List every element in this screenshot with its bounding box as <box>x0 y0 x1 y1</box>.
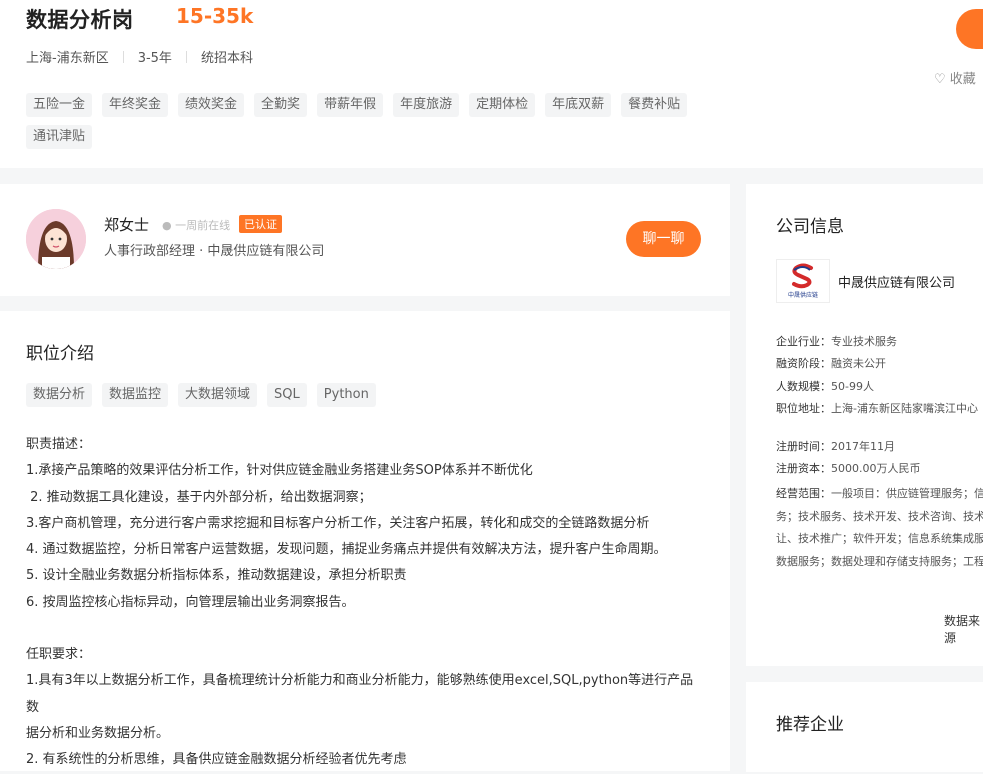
scope-text: 一般项目：供应链管理服务；信 <box>831 487 983 500</box>
info-label: 职位地址： <box>776 402 831 415</box>
desc-line: 1.具有3年以上数据分析工作，具备梳理统计分析能力和商业分析能力，能够熟练使用e… <box>26 673 694 715</box>
company-scope: 经营范围：一般项目：供应链管理服务；信 务；技术服务、技术开发、技术咨询、技术 … <box>776 483 983 573</box>
info-label: 企业行业： <box>776 335 831 348</box>
job-experience: 3-5年 <box>137 51 172 66</box>
job-title: 数据分析岗 <box>26 8 134 32</box>
desc-line: 3.客户商机管理，充分进行客户需求挖掘和目标客户分析工作，关注客户拓展，转化和成… <box>26 515 650 531</box>
desc-line: 6. 按周监控核心指标异动，向管理层输出业务洞察报告。 <box>26 594 355 610</box>
company-logo[interactable]: 中晟供应链 <box>776 259 830 303</box>
info-value: 50-99人 <box>831 380 874 393</box>
recruiter-name: 郑女士 <box>104 216 150 234</box>
desc-line: 5. 设计全融业务数据分析指标体系，推动数据建设，承担分析职责 <box>26 568 407 584</box>
benefit-tag: 通讯津贴 <box>26 125 93 149</box>
divider <box>185 50 187 63</box>
info-label: 人数规模： <box>776 380 831 393</box>
company-capital: 注册资本：5000.00万人民币 <box>776 460 921 476</box>
info-label: 融资阶段： <box>776 357 831 370</box>
job-header: 数据分析岗 15-35k 上海-浦东新区 3-5年 统招本科 ♡ 收藏 五险一金… <box>0 0 983 168</box>
scope-line: 经营范围：一般项目：供应链管理服务；信 <box>776 483 983 506</box>
desc-line <box>26 616 706 642</box>
desc-line: 1.承接产品策略的效果评估分析工作，针对供应链金融业务搭建业务SOP体系并不断优… <box>26 463 533 479</box>
online-text: 一周前在线 <box>175 219 231 232</box>
job-education: 统招本科 <box>200 51 253 66</box>
desc-line: 4. 通过数据监控，分析日常客户运营数据，发现问题，捕捉业务痛点并提供有效解决方… <box>26 542 667 558</box>
collect-button[interactable]: ♡ 收藏 <box>934 68 976 87</box>
benefit-tag: 餐费补贴 <box>621 93 688 117</box>
skill-tag: 数据分析 <box>26 383 93 407</box>
company-name[interactable]: 中晟供应链有限公司 <box>838 272 955 291</box>
info-value: 5000.00万人民币 <box>831 462 921 475</box>
company-reg-date: 注册时间：2017年11月 <box>776 438 895 454</box>
data-source-link[interactable]: 数据来源 <box>944 612 983 646</box>
info-label: 注册时间： <box>776 440 831 453</box>
logo-text: 中晟供应链 <box>788 291 818 299</box>
benefit-tag: 年底双薪 <box>545 93 612 117</box>
scope-line: 数据服务；数据处理和存储支持服务；工程 <box>776 554 983 568</box>
skill-tag: Python <box>316 383 376 407</box>
benefit-tag: 绩效奖金 <box>178 93 245 117</box>
skill-tag: 大数据领域 <box>178 383 258 407</box>
desc-line: 2. 有系统性的分析思维，具备供应链金融数据分析经验者优先考虑 <box>26 752 407 768</box>
verified-badge: 已认证 <box>239 215 282 233</box>
benefit-tag: 定期体检 <box>469 93 536 117</box>
benefit-tag: 年度旅游 <box>393 93 460 117</box>
benefit-tag: 带薪年假 <box>317 93 384 117</box>
skill-tag: 数据监控 <box>102 383 169 407</box>
company-size: 人数规模：50-99人 <box>776 378 874 394</box>
info-label: 注册资本： <box>776 462 831 475</box>
avatar-illustration <box>26 209 86 269</box>
info-value: 融资未公开 <box>831 357 886 370</box>
skill-tag: SQL <box>267 383 307 407</box>
company-logo-mark: 中晟供应链 <box>788 263 818 299</box>
job-meta: 上海-浦东新区 3-5年 统招本科 <box>26 47 253 66</box>
company-funding: 融资阶段：融资未公开 <box>776 355 886 371</box>
benefit-tag: 全勤奖 <box>254 93 308 117</box>
company-industry: 企业行业：专业技术服务 <box>776 333 897 349</box>
heart-icon: ♡ <box>934 72 946 87</box>
skill-tags: 数据分析 数据监控 大数据领域 SQL Python <box>26 383 706 415</box>
recruiter-avatar <box>26 209 86 269</box>
desc-line: 任职要求： <box>26 647 92 663</box>
job-location: 上海-浦东新区 <box>26 51 109 66</box>
desc-line: 职责描述： <box>26 437 92 452</box>
benefit-tags: 五险一金 年终奖金 绩效奖金 全勤奖 带薪年假 年度旅游 定期体检 年底双薪 餐… <box>26 93 706 157</box>
desc-line: 据分析和业务数据分析。 <box>26 725 170 741</box>
benefit-tag: 年终奖金 <box>102 93 169 117</box>
job-description: 职责描述： 1.承接产品策略的效果评估分析工作，针对供应链金融业务搭建业务SOP… <box>26 432 706 774</box>
apply-button[interactable] <box>956 9 983 49</box>
info-label: 经营范围： <box>776 487 831 500</box>
chat-button[interactable]: 聊一聊 <box>626 221 701 257</box>
recruiter-title: 人事行政部经理 · 中晟供应链有限公司 <box>104 244 325 259</box>
recommend-heading: 推荐企业 <box>776 715 844 735</box>
info-value: 上海-浦东新区陆家嘴滨江中心 <box>831 402 978 415</box>
scope-line: 务；技术服务、技术开发、技术咨询、技术 <box>776 509 983 523</box>
company-card <box>746 184 983 666</box>
collect-label: 收藏 <box>949 72 976 87</box>
position-heading: 职位介绍 <box>26 344 94 364</box>
benefit-tag: 五险一金 <box>26 93 93 117</box>
info-value: 专业技术服务 <box>831 335 897 348</box>
company-address: 职位地址：上海-浦东新区陆家嘴滨江中心 <box>776 400 978 416</box>
recruiter-online-status: ● 一周前在线 <box>162 219 231 232</box>
info-value: 2017年11月 <box>831 440 895 453</box>
scope-line: 让、技术推广；软件开发；信息系统集成服 <box>776 532 983 545</box>
divider <box>122 50 124 63</box>
company-heading: 公司信息 <box>776 217 844 237</box>
job-salary: 15-35k <box>176 4 254 28</box>
desc-line: 2. 推动数据工具化建设，基于内外部分析，给出数据洞察； <box>26 489 372 505</box>
